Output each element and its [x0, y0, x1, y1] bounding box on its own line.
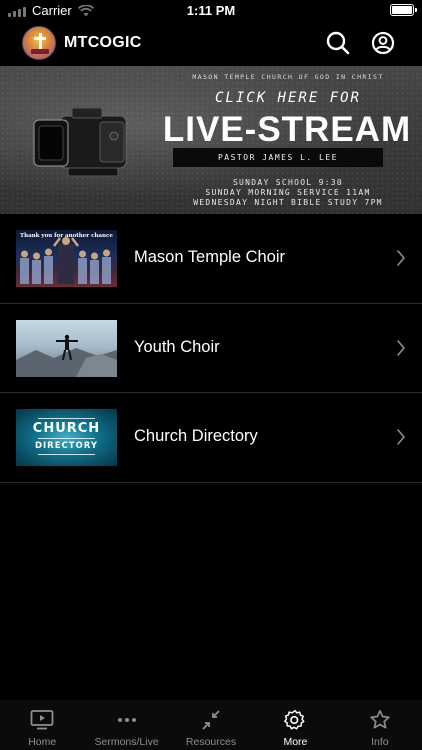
list-item-label: Church Directory: [134, 427, 258, 445]
content-list: Thank you for another chance Mason Templ…: [0, 214, 422, 483]
search-icon: [326, 31, 350, 55]
thumbnail-subtitle: DIRECTORY: [34, 441, 99, 451]
status-bar: Carrier 1:11 PM: [0, 0, 422, 22]
search-button[interactable]: [325, 30, 351, 56]
livestream-banner[interactable]: MASON TEMPLE CHURCH OF GOD IN CHRIST CLI…: [0, 66, 422, 214]
banner-pastor: PASTOR JAMES L. LEE: [173, 148, 383, 167]
church-logo: [22, 26, 56, 60]
gear-icon: [284, 709, 305, 730]
tab-label: Home: [28, 736, 57, 748]
more-dots-icon: [117, 718, 136, 722]
chevron-right-icon: [397, 339, 405, 356]
account-icon: [371, 31, 395, 55]
tab-sermons-live[interactable]: Sermons/Live: [84, 700, 168, 750]
banner-headline: LIVE-STREAM: [162, 110, 412, 149]
app-header: MTCOGIC: [0, 26, 422, 62]
banner-schedule-line: SUNDAY MORNING SERVICE 11AM: [205, 188, 371, 197]
tab-info[interactable]: Info: [338, 700, 422, 750]
status-time: 1:11 PM: [186, 3, 236, 18]
list-item-mason-temple-choir[interactable]: Thank you for another chance Mason Templ…: [0, 214, 422, 304]
choir-thumbnail: Thank you for another chance: [16, 230, 117, 287]
tab-home[interactable]: Home: [0, 700, 84, 750]
tab-bar: Home Sermons/Live Resources More Info: [0, 700, 422, 750]
banner-schedule-line: SUNDAY SCHOOL 9:30: [232, 178, 344, 187]
thumbnail-title: CHURCH: [32, 421, 101, 436]
tab-resources[interactable]: Resources: [169, 700, 253, 750]
chevron-right-icon: [397, 250, 405, 266]
chevron-right-icon: [397, 429, 405, 445]
app-title: MTCOGIC: [64, 34, 142, 51]
banner-org-name: MASON TEMPLE CHURCH OF GOD IN CHRIST: [192, 73, 384, 81]
list-item-label: Youth Choir: [134, 337, 220, 356]
church-directory-thumbnail: CHURCH DIRECTORY: [16, 409, 117, 466]
list-item-church-directory[interactable]: CHURCH DIRECTORY Church Directory: [0, 393, 422, 483]
list-item-youth-choir[interactable]: Youth Choir: [0, 304, 422, 393]
tab-label: Info: [371, 736, 389, 748]
banner-schedule-line: WEDNESDAY NIGHT BIBLE STUDY 7PM: [193, 198, 383, 207]
banner-cta: CLICK HERE FOR: [214, 90, 361, 106]
tab-label: Sermons/Live: [94, 736, 159, 748]
shrink-arrows-icon: [202, 710, 220, 730]
tab-label: Resources: [185, 736, 237, 748]
tv-play-icon: [30, 710, 54, 730]
video-camera-image: [33, 107, 127, 177]
account-button[interactable]: [370, 30, 396, 56]
star-icon: [370, 710, 390, 729]
tab-more[interactable]: More: [253, 700, 337, 750]
youth-choir-thumbnail: [16, 319, 117, 377]
list-item-label: Mason Temple Choir: [134, 248, 286, 266]
battery-icon: [390, 4, 417, 16]
tab-label: More: [283, 736, 308, 748]
